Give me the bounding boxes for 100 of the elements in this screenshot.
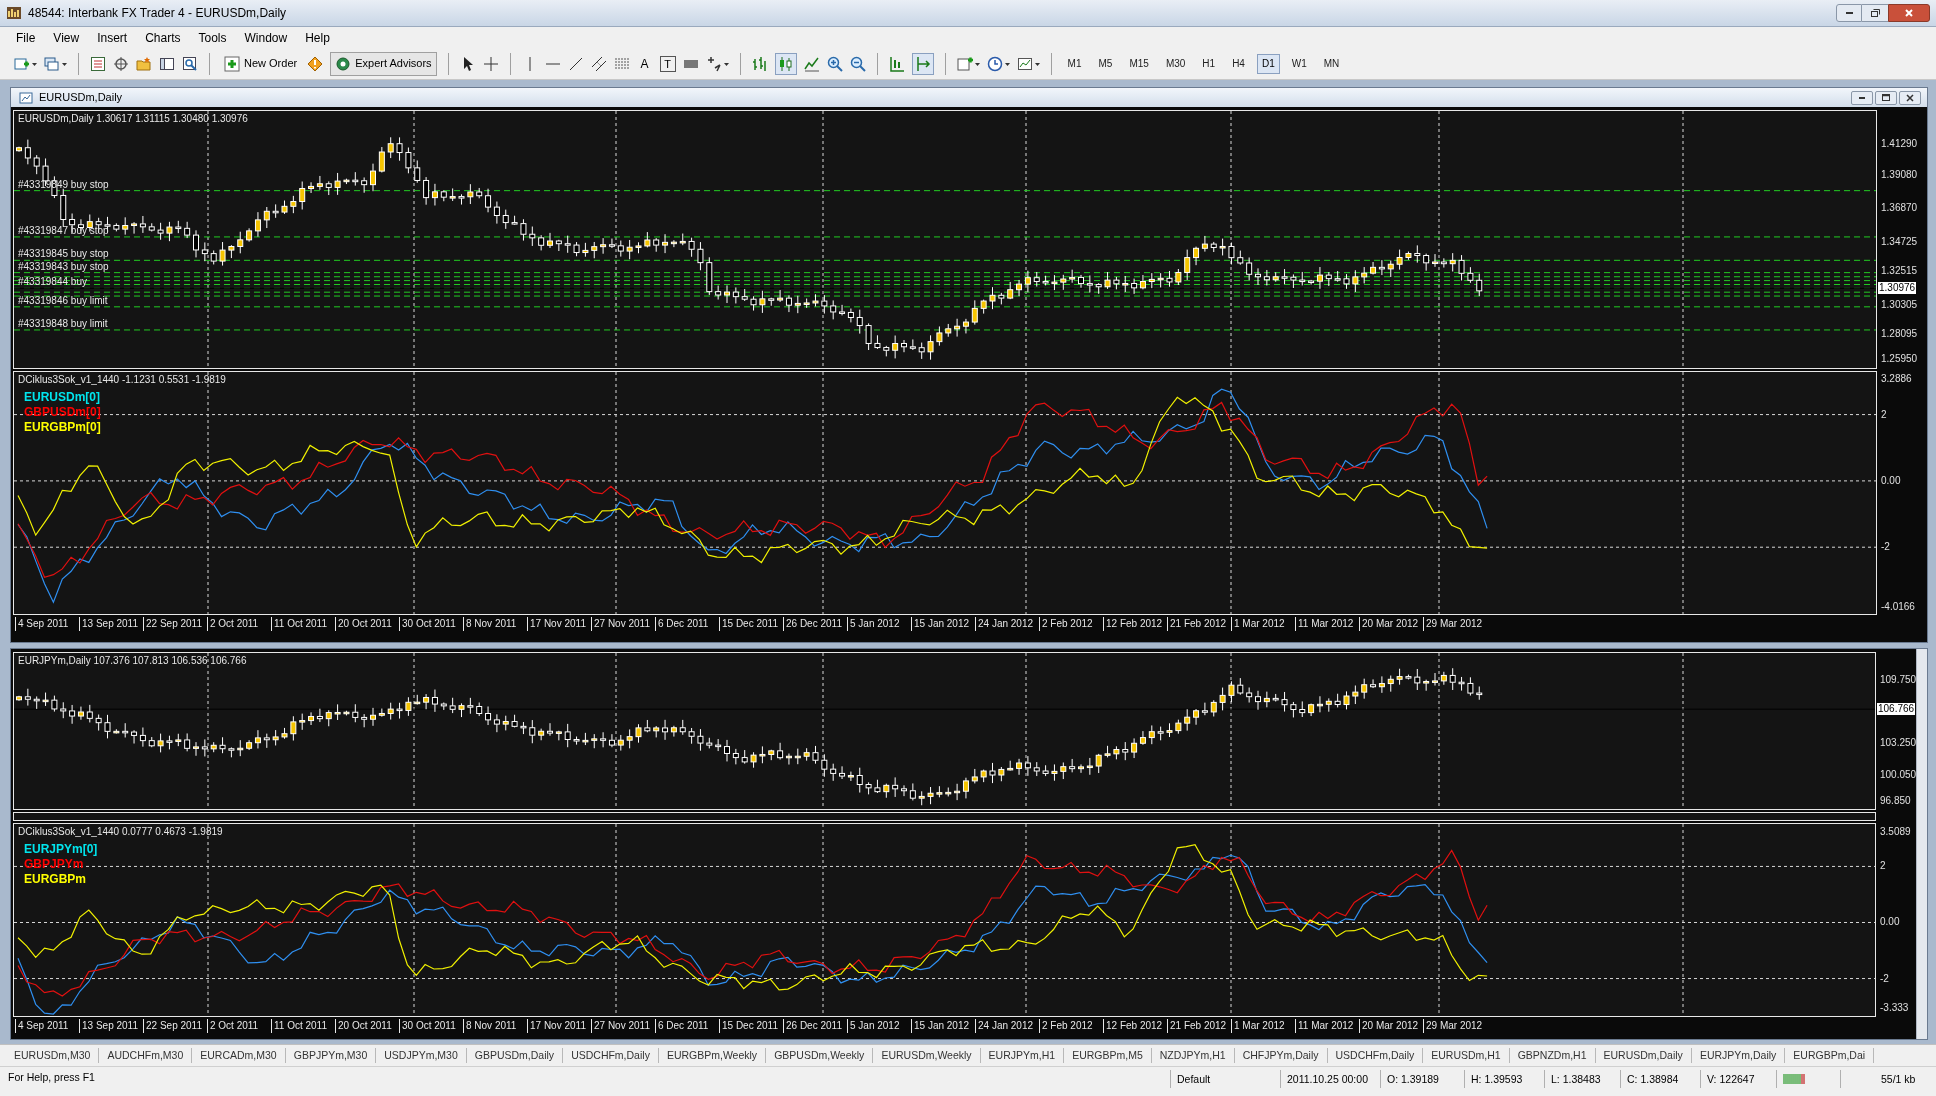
chart-tab[interactable]: EURGBPm,M5 bbox=[1064, 1047, 1152, 1064]
chart-tab[interactable]: EURUSDm,M30 bbox=[6, 1047, 100, 1064]
restore-button[interactable] bbox=[1862, 4, 1888, 22]
timeframe-button[interactable]: H4 bbox=[1227, 53, 1250, 74]
crosshair-icon[interactable] bbox=[482, 55, 499, 72]
timeframe-button[interactable]: H1 bbox=[1197, 53, 1221, 74]
chart-tab[interactable]: CHFJPYm,Daily bbox=[1234, 1047, 1328, 1064]
arrows-icon[interactable] bbox=[705, 55, 722, 72]
trendline-icon[interactable] bbox=[567, 55, 584, 72]
minimize-button[interactable] bbox=[1836, 4, 1862, 22]
window-icon[interactable] bbox=[159, 55, 175, 72]
timeframe-button[interactable]: M15 bbox=[1124, 53, 1154, 74]
new-order-button[interactable]: New Order bbox=[221, 55, 301, 72]
price-label: 1.25950 bbox=[1881, 353, 1918, 365]
chart-tab[interactable]: EURCADm,M30 bbox=[192, 1047, 286, 1064]
chart-tab[interactable]: EURJPYm,Daily bbox=[1691, 1047, 1786, 1064]
chart-tab[interactable]: EURUSDm,H1 bbox=[1423, 1047, 1510, 1064]
chart-tab[interactable]: USDCHFm,Daily bbox=[563, 1047, 659, 1064]
chart-tab[interactable]: NZDJPYm,H1 bbox=[1151, 1047, 1235, 1064]
legend-label: EURJPYm[0] bbox=[24, 842, 99, 857]
menu-item[interactable]: View bbox=[45, 28, 88, 47]
legend-label: EURUSDm[0] bbox=[24, 390, 101, 405]
expert-advisors-button[interactable]: Expert Advisors bbox=[330, 51, 437, 76]
chart-tab[interactable]: GBPUSDm,Weekly bbox=[766, 1047, 874, 1064]
indicator-plus-icon[interactable] bbox=[956, 55, 973, 72]
windows-icon[interactable] bbox=[44, 55, 60, 72]
chart-tab[interactable]: GBPNZDm,H1 bbox=[1509, 1047, 1596, 1064]
zoom-in-icon[interactable] bbox=[826, 55, 843, 72]
diamond-icon[interactable] bbox=[307, 55, 324, 72]
legend-label: GBPUSDm[0] bbox=[24, 405, 102, 420]
scale-label: -2 bbox=[1881, 541, 1890, 554]
close-price: C: 1.38984 bbox=[1620, 1070, 1700, 1088]
candlestick-icon[interactable] bbox=[777, 55, 794, 72]
caret-icon[interactable] bbox=[62, 60, 67, 67]
clock-icon[interactable] bbox=[986, 55, 1003, 72]
template-icon[interactable] bbox=[1016, 55, 1033, 72]
current-price-label: 1.30976 bbox=[1878, 282, 1917, 295]
date-label: 12 Feb 2012 bbox=[1103, 1019, 1167, 1033]
close-button[interactable] bbox=[1899, 90, 1921, 105]
menu-item[interactable]: Insert bbox=[89, 28, 136, 47]
chart-window-icon bbox=[19, 90, 33, 105]
autoscroll-icon[interactable] bbox=[914, 55, 931, 72]
menu-item[interactable]: Tools bbox=[190, 28, 235, 47]
chart-header: EURJPYm,Daily 107.376 107.813 106.536 106.766 bbox=[18, 655, 247, 667]
chart-tab[interactable]: EURJPYm,H1 bbox=[980, 1047, 1065, 1064]
window-title: 48544: Interbank FX Trader 4 - EURUSDm,Daily bbox=[28, 5, 287, 22]
chart-tab[interactable]: EURUSDm,Daily bbox=[1595, 1047, 1692, 1064]
maximize-button[interactable] bbox=[1875, 90, 1897, 105]
timeframe-button[interactable]: M5 bbox=[1093, 53, 1118, 74]
folder-star-icon[interactable] bbox=[136, 55, 152, 72]
chart-tab[interactable]: USDCHFm,Daily bbox=[1327, 1047, 1424, 1064]
close-button[interactable] bbox=[1888, 4, 1930, 22]
caret-icon[interactable] bbox=[723, 60, 729, 67]
price-label: 103.250 bbox=[1880, 737, 1917, 750]
line-chart-icon[interactable] bbox=[803, 55, 820, 72]
chart-shift-icon[interactable] bbox=[888, 55, 905, 72]
chart-tab[interactable]: GBPUSDm,Daily bbox=[466, 1047, 564, 1064]
scale-label: -2 bbox=[1880, 972, 1889, 985]
caret-icon[interactable] bbox=[1034, 60, 1040, 67]
price-label: 1.41290 bbox=[1881, 138, 1918, 151]
chart-tab[interactable]: EURUSDm,Weekly bbox=[873, 1047, 981, 1064]
chart-tab[interactable]: EURGBPm,Dai bbox=[1785, 1047, 1875, 1064]
timeframe-button[interactable]: MN bbox=[1318, 53, 1345, 74]
menu-item[interactable]: File bbox=[8, 28, 44, 47]
timeframe-button[interactable]: M1 bbox=[1062, 53, 1087, 74]
chart-tab[interactable]: EURGBPm,Weekly bbox=[658, 1047, 767, 1064]
scrollbar[interactable] bbox=[1916, 649, 1927, 1039]
timeframe-button[interactable]: D1 bbox=[1256, 53, 1280, 74]
restore-icon bbox=[1870, 8, 1880, 18]
minimize-button[interactable] bbox=[1851, 90, 1873, 105]
current-price-label: 106.766 bbox=[1877, 703, 1916, 716]
maximize-icon bbox=[1882, 94, 1890, 101]
bar-chart-icon[interactable] bbox=[751, 55, 768, 72]
text-label-button[interactable]: T bbox=[659, 55, 676, 72]
zoom-out-icon[interactable] bbox=[849, 55, 866, 72]
chart-tab[interactable]: AUDCHFm,M30 bbox=[99, 1047, 193, 1064]
chart-tab[interactable]: USDJPYm,M30 bbox=[376, 1047, 467, 1064]
caret-icon[interactable] bbox=[32, 60, 37, 67]
date-label: 13 Sep 2011 bbox=[79, 1019, 143, 1033]
date-label: 11 Mar 2012 bbox=[1295, 1019, 1359, 1033]
timeframe-button[interactable]: M30 bbox=[1160, 53, 1191, 74]
list-window-icon[interactable] bbox=[90, 55, 106, 72]
magnifier-window-icon[interactable] bbox=[182, 55, 198, 72]
scale-label: 2 bbox=[1881, 408, 1887, 421]
menu-item[interactable]: Charts bbox=[137, 28, 189, 47]
menu-item[interactable]: Window bbox=[236, 28, 296, 47]
date-label: 5 Jan 2012 bbox=[847, 1019, 911, 1033]
menu-item[interactable]: Help bbox=[297, 28, 338, 47]
date-label: 27 Nov 2011 bbox=[591, 617, 655, 631]
order-label: #43319847 buy stop bbox=[18, 224, 109, 236]
price-label: 1.34725 bbox=[1881, 236, 1918, 249]
timeframe-button[interactable]: W1 bbox=[1286, 53, 1312, 74]
channel-icon[interactable] bbox=[590, 55, 607, 72]
caret-icon[interactable] bbox=[974, 60, 980, 67]
date-label: 15 Jan 2012 bbox=[911, 617, 975, 631]
window-plus-icon[interactable] bbox=[14, 55, 30, 72]
caret-icon[interactable] bbox=[1004, 60, 1010, 67]
chart-tab[interactable]: GBPJPYm,M30 bbox=[285, 1047, 377, 1064]
volume-label: V: 122647 bbox=[1700, 1070, 1776, 1088]
text-tool-button[interactable]: A bbox=[636, 55, 653, 72]
